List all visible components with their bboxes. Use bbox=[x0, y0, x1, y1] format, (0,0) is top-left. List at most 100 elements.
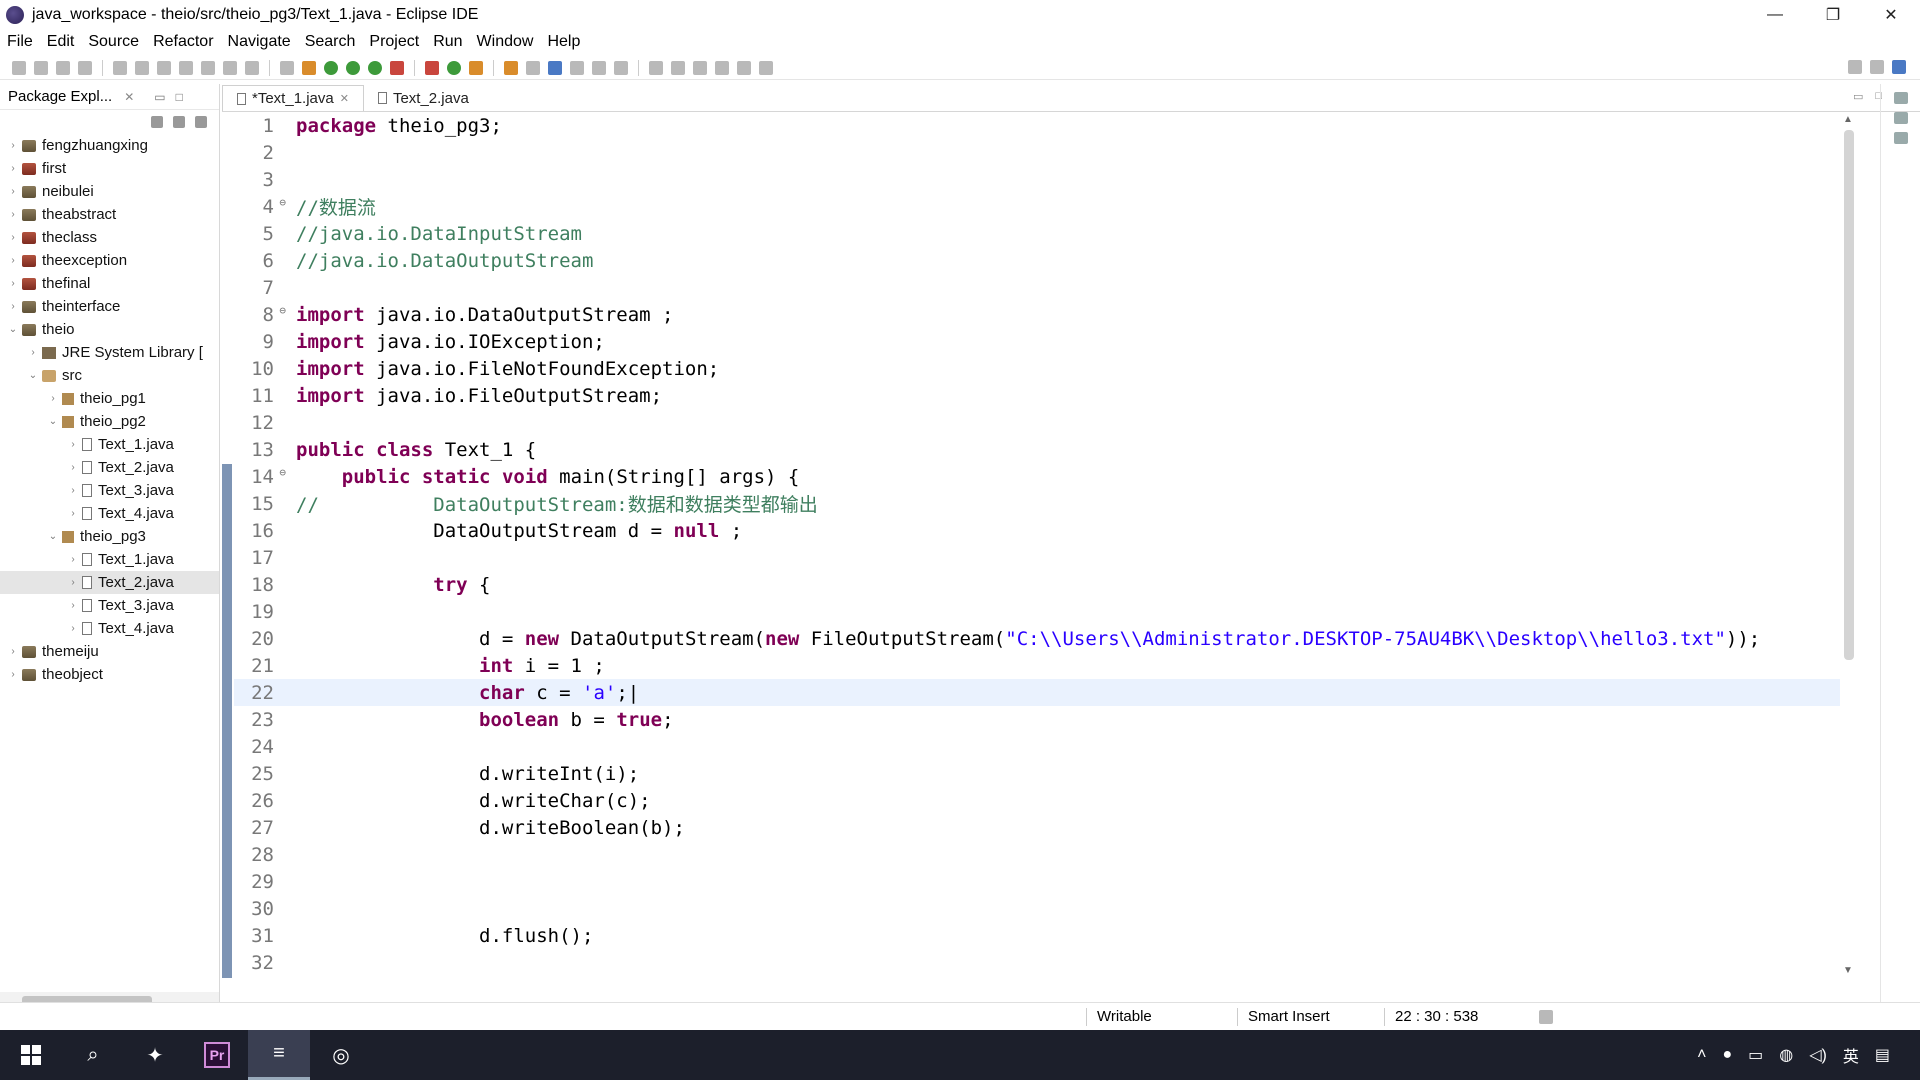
code-line[interactable]: 8 ⊖ import java.io.DataOutputStream ; bbox=[234, 301, 1840, 328]
fold-icon[interactable]: ⊖ bbox=[279, 304, 286, 317]
collapsed-arrow-icon[interactable]: › bbox=[6, 646, 20, 657]
menu-search[interactable]: Search bbox=[298, 33, 363, 51]
code-line[interactable]: 13 public class Text_1 { bbox=[234, 436, 1840, 463]
menu-source[interactable]: Source bbox=[81, 33, 146, 51]
resume-icon[interactable] bbox=[135, 60, 149, 75]
code-line[interactable]: 18 try { bbox=[234, 571, 1840, 598]
code-line[interactable]: 4 ⊖//数据流 bbox=[234, 193, 1840, 220]
code-line[interactable]: 32 bbox=[234, 949, 1840, 976]
code-line[interactable]: 28 bbox=[234, 841, 1840, 868]
search-taskbar-icon[interactable]: ⌕ bbox=[62, 1030, 124, 1080]
open-perspective-icon[interactable] bbox=[1870, 60, 1884, 74]
obs-app-icon[interactable]: ◎ bbox=[310, 1030, 372, 1080]
battery-icon[interactable]: ▭ bbox=[1748, 1045, 1763, 1065]
collapsed-arrow-icon[interactable]: › bbox=[6, 301, 20, 312]
collapsed-arrow-icon[interactable]: › bbox=[66, 623, 80, 634]
expanded-arrow-icon[interactable]: ⌄ bbox=[46, 531, 60, 542]
tree-item[interactable]: ⌄ theio bbox=[0, 318, 219, 341]
suspend-icon[interactable] bbox=[157, 60, 171, 75]
last-edit-icon[interactable] bbox=[693, 60, 707, 75]
print-icon[interactable] bbox=[78, 60, 92, 75]
tree-item[interactable]: › first bbox=[0, 157, 219, 180]
premiere-app-button[interactable]: Pr bbox=[186, 1030, 248, 1080]
collapsed-arrow-icon[interactable]: › bbox=[6, 669, 20, 680]
debug-icon[interactable] bbox=[324, 60, 338, 75]
collapsed-arrow-icon[interactable]: › bbox=[66, 439, 80, 450]
menu-run[interactable]: Run bbox=[426, 33, 469, 51]
collapsed-arrow-icon[interactable]: › bbox=[66, 485, 80, 496]
tree-item[interactable]: › Text_3.java bbox=[0, 594, 219, 617]
collapsed-arrow-icon[interactable]: › bbox=[66, 577, 80, 588]
code-line[interactable]: 25 d.writeInt(i); bbox=[234, 760, 1840, 787]
tab-text-1-java[interactable]: *Text_1.java ✕ bbox=[222, 85, 364, 111]
menu-window[interactable]: Window bbox=[470, 33, 541, 51]
tree-item[interactable]: › theexception bbox=[0, 249, 219, 272]
new-package-icon[interactable] bbox=[447, 60, 461, 75]
code-line[interactable]: 7 bbox=[234, 274, 1840, 301]
previous-annotation-icon[interactable] bbox=[671, 60, 685, 75]
start-button[interactable] bbox=[0, 1030, 62, 1080]
toggle-mark-occurrences-icon[interactable] bbox=[548, 60, 562, 75]
code-line[interactable]: 21 int i = 1 ; bbox=[234, 652, 1840, 679]
close-icon[interactable]: ✕ bbox=[124, 90, 134, 104]
tree-item[interactable]: › theio_pg1 bbox=[0, 387, 219, 410]
scroll-down-icon[interactable]: ▼ bbox=[1843, 965, 1853, 976]
code-editor[interactable]: 1 package theio_pg3; 2 3 4 ⊖//数据流 5//java.io.D… bbox=[222, 112, 1858, 978]
minimize-button[interactable]: — bbox=[1746, 0, 1804, 30]
collapsed-arrow-icon[interactable]: › bbox=[66, 600, 80, 611]
eclipse-app-button[interactable]: ≡ bbox=[248, 1030, 310, 1080]
forward-icon[interactable] bbox=[737, 60, 751, 75]
task-list-icon[interactable] bbox=[1893, 112, 1908, 124]
collapsed-arrow-icon[interactable]: › bbox=[6, 186, 20, 197]
pin-editor-icon[interactable] bbox=[759, 60, 773, 75]
code-line[interactable]: 10 import java.io.FileNotFoundException; bbox=[234, 355, 1840, 382]
show-hidden-icons[interactable]: ˄ bbox=[1697, 1046, 1706, 1064]
code-line[interactable]: 2 bbox=[234, 139, 1840, 166]
tree-item[interactable]: › themeiju bbox=[0, 640, 219, 663]
code-line[interactable]: 19 bbox=[234, 598, 1840, 625]
code-line[interactable]: 23 boolean b = true; bbox=[234, 706, 1840, 733]
skip-breakpoints-icon[interactable] bbox=[113, 60, 127, 75]
code-line[interactable]: 20 d = new DataOutputStream(new FileOutp… bbox=[234, 625, 1840, 652]
tree-item[interactable]: ⌄ theio_pg2 bbox=[0, 410, 219, 433]
tree-item[interactable]: › Text_3.java bbox=[0, 479, 219, 502]
code-line[interactable]: 30 bbox=[234, 895, 1840, 922]
code-line[interactable]: 27 d.writeBoolean(b); bbox=[234, 814, 1840, 841]
new-class-icon[interactable] bbox=[469, 60, 483, 75]
collapsed-arrow-icon[interactable]: › bbox=[6, 278, 20, 289]
fold-icon[interactable]: ⊖ bbox=[279, 196, 286, 209]
save-icon[interactable] bbox=[34, 60, 48, 75]
code-line[interactable]: 6 //java.io.DataOutputStream bbox=[234, 247, 1840, 274]
tree-item[interactable]: › fengzhuangxing bbox=[0, 134, 219, 157]
run-icon[interactable] bbox=[346, 60, 360, 75]
tree-item[interactable]: › theclass bbox=[0, 226, 219, 249]
game-app-icon[interactable]: ✦ bbox=[124, 1030, 186, 1080]
collapsed-arrow-icon[interactable]: › bbox=[6, 232, 20, 243]
tab-text-2-java[interactable]: Text_2.java bbox=[364, 85, 483, 111]
link-with-editor-icon[interactable] bbox=[173, 116, 185, 128]
tree-item[interactable]: › Text_4.java bbox=[0, 502, 219, 525]
code-line[interactable]: 22 char c = 'a';| bbox=[234, 679, 1840, 706]
open-type-icon[interactable] bbox=[504, 60, 518, 75]
back-icon[interactable] bbox=[715, 60, 729, 75]
search-toolbar-icon[interactable] bbox=[526, 60, 540, 75]
input-language[interactable]: 英 bbox=[1843, 1043, 1859, 1067]
package-explorer-tab[interactable]: Package Expl... ✕ ▭ □ bbox=[0, 84, 219, 110]
tree-item[interactable]: › Text_1.java bbox=[0, 433, 219, 456]
collapsed-arrow-icon[interactable]: › bbox=[26, 347, 40, 358]
network-icon[interactable]: ◍ bbox=[1779, 1045, 1793, 1065]
code-line[interactable]: 9 import java.io.IOException; bbox=[234, 328, 1840, 355]
vertical-scrollbar[interactable]: ▲ ▼ bbox=[1840, 112, 1858, 978]
outline-icon[interactable] bbox=[1893, 92, 1908, 104]
external-tools-icon[interactable] bbox=[390, 60, 404, 75]
code-line[interactable]: 5 //java.io.DataInputStream bbox=[234, 220, 1840, 247]
toggle-word-wrap-icon[interactable] bbox=[570, 60, 584, 75]
view-menu-icon[interactable] bbox=[195, 116, 207, 128]
tree-item[interactable]: ⌄ src bbox=[0, 364, 219, 387]
tree-item[interactable]: › Text_2.java bbox=[0, 571, 219, 594]
tree-item[interactable]: › theabstract bbox=[0, 203, 219, 226]
collapse-all-icon[interactable] bbox=[151, 116, 163, 128]
volume-icon[interactable]: ◁) bbox=[1809, 1045, 1827, 1065]
scrollbar-thumb[interactable] bbox=[1844, 130, 1854, 660]
tree-item[interactable]: ⌄ theio_pg3 bbox=[0, 525, 219, 548]
